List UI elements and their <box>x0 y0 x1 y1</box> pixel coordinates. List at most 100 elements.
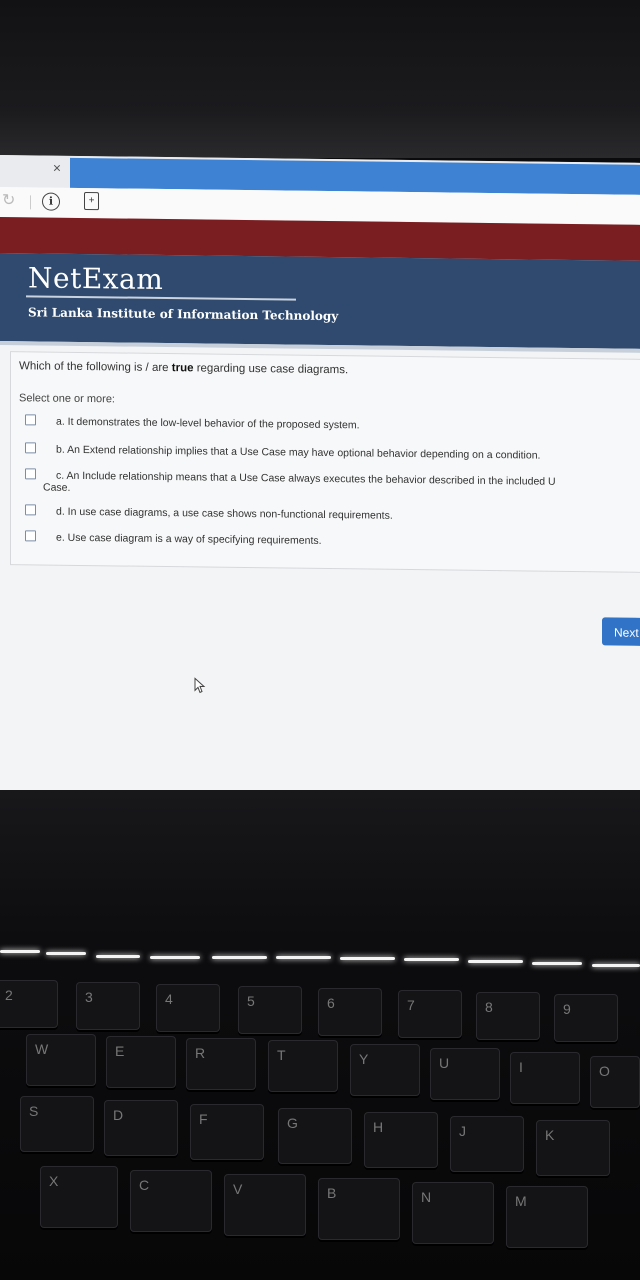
key-label: F <box>199 1111 208 1127</box>
option-c[interactable]: c. An Include relationship means that a … <box>25 468 556 488</box>
option-a-checkbox[interactable] <box>25 414 36 426</box>
key-w: W <box>26 1034 96 1086</box>
site-header: NetExam Sri Lanka Institute of Informati… <box>0 253 640 349</box>
key-8: 8 <box>476 992 540 1040</box>
question-text-part: Which of the following is / are <box>19 360 172 375</box>
key-backlight <box>150 956 200 959</box>
key-backlight <box>468 960 523 963</box>
key-label: 5 <box>247 993 255 1009</box>
photo-background-top <box>0 0 640 158</box>
key-3: 3 <box>76 982 140 1030</box>
option-e[interactable]: e. Use case diagram is a way of specifyi… <box>25 530 322 547</box>
key-backlight <box>46 952 86 955</box>
option-d[interactable]: d. In use case diagrams, a use case show… <box>25 504 393 522</box>
option-a-label: a. It demonstrates the low-level behavio… <box>56 415 360 432</box>
key-label: 3 <box>85 989 93 1005</box>
answer-prompt: Select one or more: <box>19 392 115 406</box>
option-c-label: c. An Include relationship means that a … <box>56 469 556 488</box>
key-label: O <box>599 1063 610 1079</box>
key-o: O <box>590 1056 640 1108</box>
site-info-icon[interactable]: i <box>42 192 60 211</box>
mouse-cursor-icon <box>194 677 206 694</box>
key-label: 7 <box>407 997 415 1013</box>
key-label: 8 <box>485 999 493 1015</box>
key-label: U <box>439 1055 450 1071</box>
key-label: R <box>195 1045 206 1061</box>
option-b[interactable]: b. An Extend relationship implies that a… <box>25 442 541 462</box>
key-n: N <box>412 1182 494 1244</box>
tab-close-icon[interactable]: × <box>50 160 64 176</box>
key-b: B <box>318 1178 400 1240</box>
option-a[interactable]: a. It demonstrates the low-level behavio… <box>25 414 360 431</box>
key-backlight <box>96 955 140 958</box>
key-m: M <box>506 1186 588 1248</box>
key-label: S <box>29 1103 39 1119</box>
key-k: K <box>536 1120 610 1176</box>
key-label: 9 <box>563 1001 571 1017</box>
key-backlight <box>532 962 582 965</box>
key-h: H <box>364 1112 438 1168</box>
key-label: N <box>421 1189 432 1205</box>
key-label: 6 <box>327 995 335 1011</box>
brand-logo: NetExam <box>28 261 164 296</box>
key-label: E <box>115 1043 125 1059</box>
key-label: H <box>373 1119 384 1135</box>
question-emphasis: true <box>171 362 194 375</box>
reload-icon[interactable]: ↻ <box>2 192 20 210</box>
question-text-part: regarding use case diagrams. <box>193 362 349 377</box>
key-label: T <box>277 1047 286 1063</box>
key-c: C <box>130 1170 212 1232</box>
key-backlight <box>404 958 459 961</box>
question-text: Which of the following is / are true reg… <box>19 360 348 376</box>
key-i: I <box>510 1052 580 1104</box>
key-2: 2 <box>0 980 58 1028</box>
key-label: C <box>139 1177 150 1193</box>
key-x: X <box>40 1166 118 1228</box>
question-card: Which of the following is / are true reg… <box>10 351 640 573</box>
key-e: E <box>106 1036 176 1088</box>
key-label: 2 <box>5 987 13 1003</box>
option-b-label: b. An Extend relationship implies that a… <box>56 443 541 462</box>
key-d: D <box>104 1100 178 1156</box>
key-5: 5 <box>238 986 302 1034</box>
option-d-checkbox[interactable] <box>25 504 36 516</box>
key-4: 4 <box>156 984 220 1032</box>
key-y: Y <box>350 1044 420 1096</box>
key-label: M <box>515 1193 527 1209</box>
key-u: U <box>430 1048 500 1100</box>
key-label: G <box>287 1115 298 1131</box>
key-r: R <box>186 1038 256 1090</box>
option-e-checkbox[interactable] <box>25 530 36 542</box>
key-label: Y <box>359 1051 369 1067</box>
key-backlight <box>276 956 331 959</box>
key-label: D <box>113 1107 124 1123</box>
key-7: 7 <box>398 990 462 1038</box>
key-v: V <box>224 1174 306 1236</box>
key-label: J <box>459 1123 466 1139</box>
key-s: S <box>20 1096 94 1152</box>
key-label: K <box>545 1127 555 1143</box>
key-g: G <box>278 1108 352 1164</box>
page-document-icon[interactable]: + <box>84 192 99 211</box>
key-backlight <box>212 956 267 959</box>
key-label: I <box>519 1059 523 1075</box>
key-j: J <box>450 1116 524 1172</box>
key-label: W <box>35 1041 49 1057</box>
key-backlight <box>0 950 40 953</box>
key-label: 4 <box>165 991 173 1007</box>
key-backlight <box>340 957 395 960</box>
option-d-label: d. In use case diagrams, a use case show… <box>56 505 393 522</box>
brand-underline <box>26 295 296 301</box>
laptop-screen: × ↻ i + NetExam Sri Lanka Institute of I… <box>0 155 640 798</box>
key-9: 9 <box>554 994 618 1042</box>
toolbar-divider <box>30 195 31 210</box>
key-label: B <box>327 1185 337 1201</box>
option-b-checkbox[interactable] <box>25 442 36 454</box>
key-t: T <box>268 1040 338 1092</box>
key-f: F <box>190 1104 264 1160</box>
key-label: V <box>233 1181 243 1197</box>
key-backlight <box>592 964 640 967</box>
option-c-checkbox[interactable] <box>25 468 36 480</box>
key-6: 6 <box>318 988 382 1036</box>
next-button[interactable]: Next <box>602 617 640 647</box>
